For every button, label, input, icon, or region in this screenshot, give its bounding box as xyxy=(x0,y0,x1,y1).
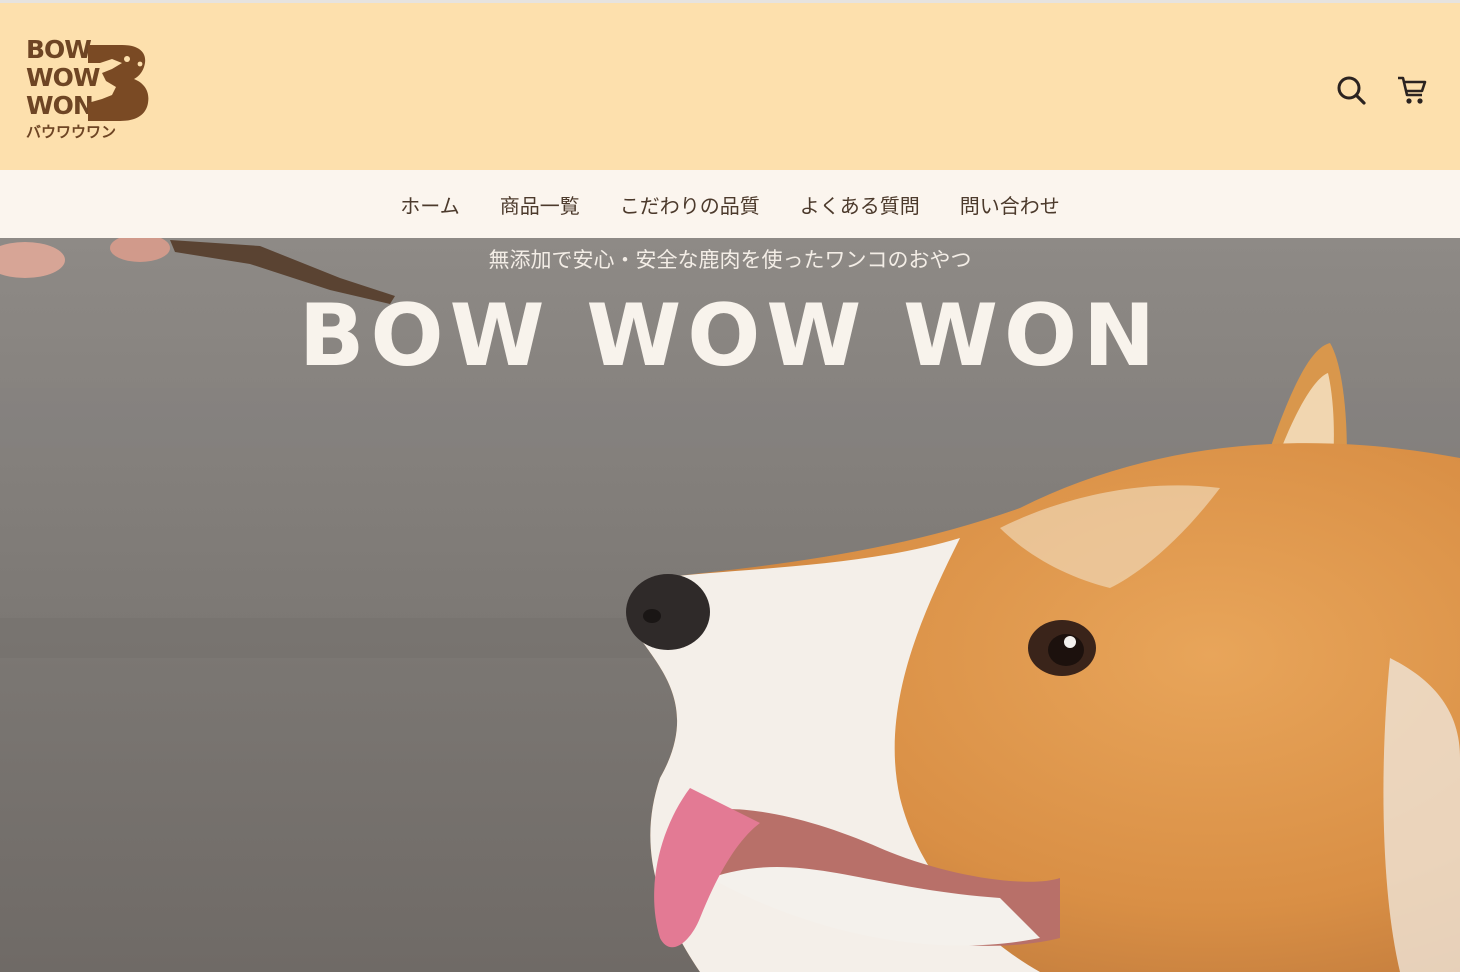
nav-item-faq[interactable]: よくある質問 xyxy=(800,190,920,219)
cart-icon xyxy=(1398,76,1427,104)
cart-button[interactable] xyxy=(1395,73,1429,107)
nav-item-products[interactable]: 商品一覧 xyxy=(500,190,580,219)
main-navigation: ホーム 商品一覧 こだわりの品質 よくある質問 問い合わせ xyxy=(0,170,1460,238)
site-header: BOW WOW WON バウワウワン xyxy=(0,3,1460,170)
hero-title: BOW WOW WON xyxy=(298,286,1162,386)
nav-item-contact[interactable]: 問い合わせ xyxy=(960,190,1060,219)
hero-subtitle: 無添加で安心・安全な鹿肉を使ったワンコのおやつ xyxy=(488,248,972,272)
nav-item-quality[interactable]: こだわりの品質 xyxy=(620,190,760,219)
search-icon xyxy=(1337,76,1366,105)
search-button[interactable] xyxy=(1334,73,1368,107)
nav-item-home[interactable]: ホーム xyxy=(400,190,459,219)
brand-logo[interactable]: BOW WOW WON バウワウワン xyxy=(26,37,154,141)
logo-kana: バウワウワン xyxy=(26,123,117,141)
logo-dog-mark-icon xyxy=(88,45,149,121)
hero-banner: 無添加で安心・安全な鹿肉を使ったワンコのおやつ BOW WOW WON xyxy=(0,238,1460,972)
